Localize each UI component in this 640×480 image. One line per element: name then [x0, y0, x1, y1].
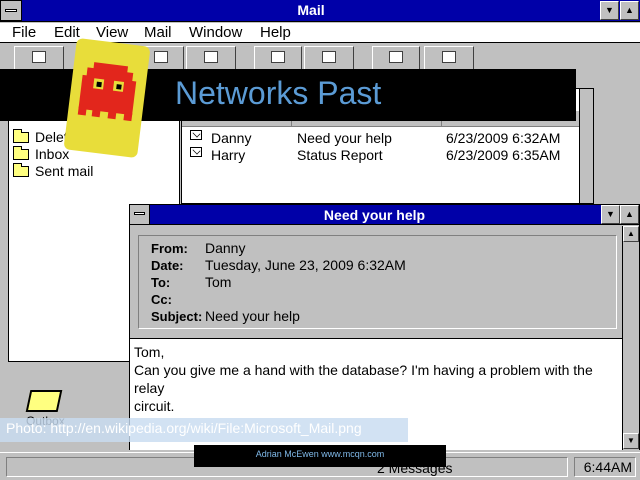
- message-received: 6/23/2009 6:35AM: [446, 147, 561, 163]
- delete-icon: [322, 51, 336, 63]
- app-title: Mail: [297, 2, 325, 18]
- scroll-down-button[interactable]: ▼: [623, 433, 639, 449]
- from-value: Danny: [205, 240, 246, 256]
- menu-window[interactable]: Window: [189, 24, 242, 41]
- open-folder-button[interactable]: [254, 46, 302, 70]
- body-line: Can you give me a hand with the database…: [134, 362, 593, 396]
- previous-button[interactable]: [372, 46, 420, 70]
- message-window-title-bar[interactable]: Need your help ▼ ▲: [130, 205, 639, 225]
- message-system-menu-button[interactable]: [130, 205, 150, 224]
- message-row[interactable]: Danny Need your help 6/23/2009 6:32AM: [182, 130, 593, 147]
- to-value: Tom: [205, 274, 232, 290]
- arrow-up-icon: ▲: [627, 229, 635, 238]
- ghost-icon: [77, 62, 137, 122]
- inbox-icon: [442, 51, 456, 63]
- banner-title: Networks Past: [175, 75, 382, 111]
- folder-open-icon: [13, 146, 29, 160]
- folder-icon: [13, 163, 29, 177]
- message-window-title: Need your help: [323, 207, 426, 223]
- date-value: Tuesday, June 23, 2009 6:32AM: [205, 257, 406, 273]
- message-maximize-button[interactable]: ▲: [620, 205, 639, 224]
- photo-credit-band: Photo: http://en.wikipedia.org/wiki/File…: [0, 418, 408, 442]
- from-label: From:: [151, 241, 188, 256]
- photo-credit: Photo: http://en.wikipedia.org/wiki/File…: [6, 420, 362, 436]
- system-menu-icon: [134, 212, 145, 215]
- next-button[interactable]: [424, 46, 474, 70]
- menu-file[interactable]: File: [12, 24, 36, 41]
- message-subject: Need your help: [297, 130, 392, 146]
- move-icon: [204, 51, 218, 63]
- body-line: circuit.: [134, 398, 175, 414]
- maximize-icon: ▲: [625, 209, 634, 219]
- status-clock: 6:44AM: [574, 457, 636, 477]
- message-subject: Status Report: [297, 147, 383, 163]
- message-header-box: From: Danny Date: Tuesday, June 23, 2009…: [138, 235, 617, 329]
- cc-label: Cc:: [151, 292, 172, 307]
- outbox-icon[interactable]: [25, 390, 63, 412]
- delete-button[interactable]: [304, 46, 354, 70]
- system-menu-button[interactable]: [0, 0, 22, 21]
- minimize-icon: ▼: [605, 5, 614, 15]
- folder-item-sent[interactable]: Sent mail: [13, 163, 94, 179]
- menu-help[interactable]: Help: [260, 24, 291, 41]
- message-received: 6/23/2009 6:32AM: [446, 130, 561, 146]
- envelope-icon: [190, 147, 202, 157]
- folder-label: Sent mail: [35, 163, 94, 179]
- system-menu-icon: [5, 9, 17, 12]
- forward-icon: [154, 51, 168, 63]
- message-list-scrollbar[interactable]: [579, 89, 593, 203]
- ghost-logo: [63, 37, 151, 159]
- to-label: To:: [151, 275, 171, 290]
- previous-icon: [389, 51, 403, 63]
- maximize-button[interactable]: ▲: [620, 1, 639, 20]
- folder-open-icon: [271, 51, 285, 63]
- folder-icon: [13, 129, 29, 143]
- message-window: Need your help ▼ ▲ From: Danny Date: Tue…: [129, 204, 640, 450]
- message-row[interactable]: Harry Status Report 6/23/2009 6:35AM: [182, 147, 593, 164]
- menu-view[interactable]: View: [96, 24, 128, 41]
- date-label: Date:: [151, 258, 184, 273]
- footer-band: Adrian McEwen www.mcqn.com: [194, 445, 446, 467]
- message-minimize-button[interactable]: ▼: [601, 205, 620, 224]
- subject-value: Need your help: [205, 308, 300, 324]
- subject-label: Subject:: [151, 309, 203, 324]
- compose-icon: [32, 51, 46, 63]
- minimize-button[interactable]: ▼: [600, 1, 619, 20]
- footer-text: Adrian McEwen www.mcqn.com: [255, 449, 385, 459]
- message-from: Danny: [211, 130, 252, 146]
- message-scrollbar[interactable]: ▲ ▼: [622, 226, 639, 450]
- move-button[interactable]: [186, 46, 236, 70]
- body-line: Tom,: [134, 344, 165, 360]
- envelope-icon: [190, 130, 202, 140]
- minimize-icon: ▼: [606, 209, 615, 219]
- scroll-up-button[interactable]: ▲: [623, 226, 639, 242]
- maximize-icon: ▲: [625, 5, 634, 15]
- arrow-down-icon: ▼: [627, 436, 635, 445]
- compose-button[interactable]: [14, 46, 64, 70]
- main-title-bar[interactable]: Mail ▼ ▲: [0, 0, 640, 22]
- message-from: Harry: [211, 147, 246, 163]
- menu-mail[interactable]: Mail: [144, 24, 172, 41]
